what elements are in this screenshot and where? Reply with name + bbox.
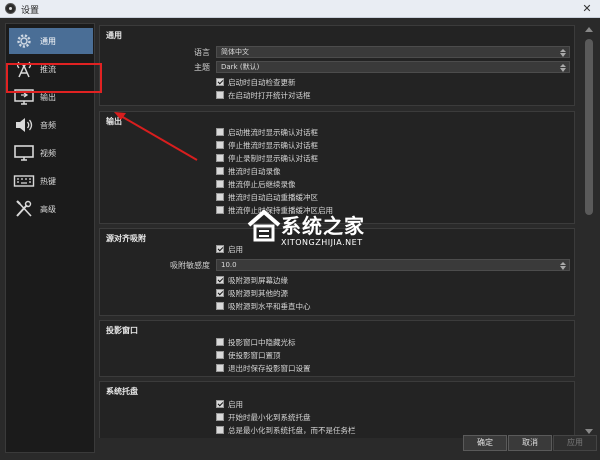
- chevron-down-icon: [560, 68, 566, 72]
- checkbox-box: [216, 364, 224, 372]
- scroll-up-arrow-icon[interactable]: [585, 27, 593, 32]
- general-group: 通用 语言 简体中文 主题 Dark (默认) 启动时自动检查更新 在启动时打开…: [99, 25, 575, 106]
- language-select-value: 简体中文: [221, 48, 249, 56]
- group-title-snapping: 源对齐吸附: [106, 234, 146, 243]
- group-title-output: 输出: [106, 117, 122, 126]
- house-logo-icon: [247, 209, 281, 242]
- window-title-bar: 设置 ✕: [0, 0, 600, 18]
- option-label: 退出时保存投影窗口设置: [228, 364, 311, 373]
- option-label: 推流时自动录像: [228, 167, 281, 176]
- sidebar-item-advanced[interactable]: 高级: [9, 196, 93, 222]
- option-label: 启动推流时显示确认对话框: [228, 128, 318, 137]
- speaker-icon: [16, 118, 33, 132]
- cancel-button[interactable]: 取消: [508, 435, 552, 451]
- sidebar-item-output[interactable]: 输出: [9, 84, 93, 110]
- option-label: 吸附源到水平和垂直中心: [228, 302, 311, 311]
- content-scrollbar[interactable]: [582, 23, 596, 438]
- option-label: 推流时自动启动重播缓冲区: [228, 193, 318, 202]
- snap-sensitivity-label: 吸附敏感度: [170, 261, 210, 270]
- option-label: 使投影窗口置顶: [228, 351, 281, 360]
- checkbox-box: [216, 413, 224, 421]
- option-label: 吸附源到其他的源: [228, 289, 288, 298]
- option-label: 停止录制时显示确认对话框: [228, 154, 318, 163]
- ok-button[interactable]: 确定: [463, 435, 507, 451]
- language-select[interactable]: 简体中文: [216, 46, 570, 58]
- projectors-group: 投影窗口 投影窗口中隐藏光标 使投影窗口置顶 退出时保存投影窗口设置: [99, 320, 575, 377]
- scroll-down-arrow-icon[interactable]: [585, 429, 593, 434]
- checkbox-box: [216, 276, 224, 284]
- checkbox-box: [216, 128, 224, 136]
- group-title-tray: 系统托盘: [106, 387, 138, 396]
- chevron-down-icon: [560, 53, 566, 57]
- sidebar-item-label: 热键: [40, 177, 56, 186]
- monitor-output-icon: [14, 89, 34, 105]
- checkbox-box: [216, 206, 224, 214]
- broadcast-tower-icon: [16, 61, 32, 78]
- checkbox-box: [216, 426, 224, 434]
- sidebar-item-label: 高级: [40, 205, 56, 214]
- sidebar-item-label: 推流: [40, 65, 56, 74]
- window-title: 设置: [21, 6, 40, 16]
- watermark-url: XITONGZHIJIA.NET: [281, 238, 363, 247]
- checkbox-box: [216, 338, 224, 346]
- language-label: 语言: [194, 48, 210, 57]
- sidebar-item-video[interactable]: 视频: [9, 140, 93, 166]
- theme-select-value: Dark (默认): [221, 63, 260, 71]
- option-label: 总是最小化到系统托盘，而不是任务栏: [228, 426, 356, 435]
- theme-select[interactable]: Dark (默认): [216, 61, 570, 73]
- checkbox-box: [216, 245, 224, 253]
- option-label: 启用: [228, 400, 243, 409]
- sidebar-item-audio[interactable]: 音频: [9, 112, 93, 138]
- snap-sensitivity-spinbox[interactable]: 10.0: [216, 259, 570, 271]
- checkbox-box: [216, 193, 224, 201]
- gear-icon: [17, 34, 31, 48]
- chevron-up-icon: [560, 259, 566, 265]
- group-title-general: 通用: [106, 31, 122, 40]
- sidebar-item-general[interactable]: 通用: [9, 28, 93, 54]
- option-label: 投影窗口中隐藏光标: [228, 338, 296, 347]
- option-label: 启用: [228, 245, 243, 254]
- checkbox-box: [216, 351, 224, 359]
- checkbox-box: [216, 154, 224, 162]
- theme-label: 主题: [194, 63, 210, 72]
- scrollbar-thumb[interactable]: [585, 39, 593, 215]
- checkbox-box: [216, 167, 224, 175]
- chevron-down-icon: [560, 266, 566, 270]
- option-label: 吸附源到屏幕边缘: [228, 276, 288, 285]
- checkbox-box: [216, 180, 224, 188]
- checkbox-box: [216, 289, 224, 297]
- sidebar-item-label: 视频: [40, 149, 56, 158]
- chevron-up-icon: [560, 46, 566, 52]
- sidebar-item-label: 音频: [40, 121, 56, 130]
- settings-sidebar: 通用 推流 输出 音频 视频 热键 高级: [5, 23, 95, 453]
- display-icon: [14, 145, 34, 161]
- sidebar-item-label: 通用: [40, 37, 56, 46]
- option-label: 推流停止后继续录像: [228, 180, 296, 189]
- watermark-brand: 系统之家: [281, 214, 365, 238]
- open-stats-label: 在启动时打开统计对话框: [228, 91, 311, 100]
- snap-sensitivity-value: 10.0: [221, 261, 237, 269]
- checkbox-box: [216, 78, 224, 86]
- sidebar-item-hotkeys[interactable]: 热键: [9, 168, 93, 194]
- chevron-up-icon: [560, 61, 566, 67]
- option-label: 开始时最小化到系统托盘: [228, 413, 311, 422]
- site-watermark: 系统之家 XITONGZHIJIA.NET: [247, 205, 407, 253]
- close-button[interactable]: ✕: [580, 3, 594, 15]
- checkbox-box: [216, 400, 224, 408]
- checkbox-box: [216, 302, 224, 310]
- keyboard-icon: [13, 175, 35, 187]
- check-updates-label: 启动时自动检查更新: [228, 78, 296, 87]
- sidebar-item-stream[interactable]: 推流: [9, 56, 93, 82]
- option-label: 停止推流时显示确认对话框: [228, 141, 318, 150]
- checkbox-box: [216, 91, 224, 99]
- tools-icon: [16, 200, 32, 217]
- apply-button[interactable]: 应用: [553, 435, 597, 451]
- group-title-projectors: 投影窗口: [106, 326, 138, 335]
- tray-group: 系统托盘 启用 开始时最小化到系统托盘 总是最小化到系统托盘，而不是任务栏: [99, 381, 575, 438]
- obs-logo-icon: [5, 3, 16, 14]
- checkbox-box: [216, 141, 224, 149]
- sidebar-item-label: 输出: [40, 93, 56, 102]
